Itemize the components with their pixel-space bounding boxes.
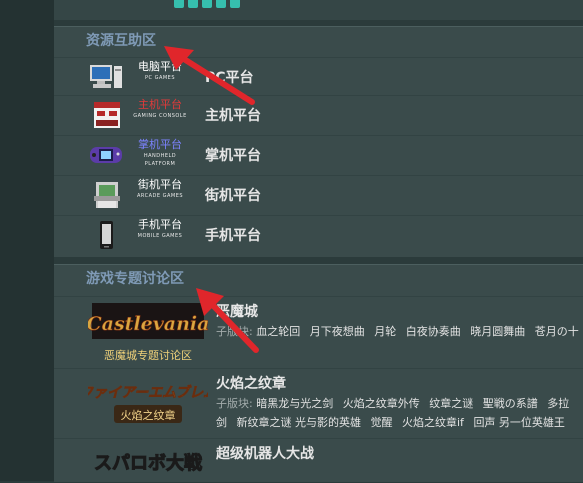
- platform-sublabel: 街机平台 ARCADE GAMES: [128, 178, 192, 200]
- previous-section-bottom: [54, 0, 583, 20]
- subforum-link[interactable]: 新纹章之谜 光与影的英雄: [237, 416, 362, 429]
- left-gutter: [0, 0, 54, 481]
- forum-name[interactable]: 火焰之纹章: [216, 373, 286, 393]
- super-robot-wars-logo: スパロボ大戦: [94, 452, 204, 475]
- forum-row-handheld[interactable]: 掌机平台 HANDHELD PLATFORM 掌机平台: [54, 135, 583, 176]
- annotation-arrow-1: [164, 46, 255, 105]
- subforum-link[interactable]: 月轮: [374, 325, 396, 338]
- forum-row-mobile[interactable]: 手机平台 MOBILE GAMES 手机平台: [54, 215, 583, 258]
- subforum-label: 子版块:: [216, 397, 253, 410]
- section-resource-exchange: 资源互助区 电脑平台 PC GAMES PC平台 主机平台 GAMING CON…: [54, 26, 583, 257]
- logo-subtext: 恶魔城专题讨论区: [104, 348, 192, 362]
- subforum-link[interactable]: 暗黑龙与光之剑: [256, 397, 333, 410]
- subforum-list: 子版块: 暗黑龙与光之剑 火焰之纹章外传 纹章之谜 聖戦の系譜 多拉 剑 新纹章…: [216, 394, 583, 434]
- subforum-line: 子版块: 暗黑龙与光之剑 火焰之纹章外传 纹章之谜 聖戦の系譜 多拉: [216, 394, 583, 413]
- forum-row-super-robot-wars[interactable]: スパロボ大戦 超级机器人大战: [54, 438, 583, 483]
- sublabel-en: MOBILE GAMES: [137, 233, 183, 239]
- forum-row-castlevania[interactable]: Castlevania 恶魔城专题讨论区 恶魔城 子版块: 血之轮回 月下夜想曲…: [54, 296, 583, 369]
- forum-row-arcade[interactable]: 街机平台 ARCADE GAMES 街机平台: [54, 175, 583, 216]
- forum-row-pc[interactable]: 电脑平台 PC GAMES PC平台: [54, 57, 583, 96]
- pc-icon: [90, 65, 122, 88]
- subforum-link[interactable]: 晓月圆舞曲: [470, 325, 525, 338]
- forum-name[interactable]: 街机平台: [205, 185, 261, 205]
- sublabel-cn: 掌机平台: [138, 138, 182, 151]
- section-game-topics: 游戏专题讨论区 Castlevania 恶魔城专题讨论区 恶魔城 子版块: 血之…: [54, 264, 583, 482]
- logo-subtext: 火焰之纹章: [121, 408, 176, 422]
- teal-blocks-decoration: [174, 0, 240, 8]
- platform-sublabel: 手机平台 MOBILE GAMES: [128, 218, 192, 240]
- sublabel-cn: 手机平台: [138, 218, 182, 231]
- section-title[interactable]: 游戏专题讨论区: [54, 265, 583, 293]
- sublabel-en: GAMING CONSOLE: [133, 113, 187, 119]
- subforum-link[interactable]: 纹章之谜: [429, 397, 473, 410]
- subforum-line: 剑 新纹章之谜 光与影的英雄 觉醒 火焰之纹章if 回声 另一位英雄王: [216, 413, 583, 432]
- forum-name[interactable]: 手机平台: [205, 225, 261, 245]
- fire-emblem-logo: ファイアーエムブレム 火焰之纹章: [88, 384, 208, 423]
- subforum-link[interactable]: 白夜协奏曲: [406, 325, 461, 338]
- section-title[interactable]: 资源互助区: [54, 27, 583, 55]
- platform-sublabel: 掌机平台 HANDHELD PLATFORM: [128, 138, 192, 168]
- sublabel-en: HANDHELD PLATFORM: [143, 153, 177, 167]
- annotation-arrow-2: [196, 288, 259, 353]
- logo-text: ファイアーエムブレム: [88, 384, 208, 401]
- sublabel-en: ARCADE GAMES: [136, 193, 184, 199]
- logo-text: スパロボ大戦: [94, 452, 203, 474]
- logo-text: Castlevania: [88, 313, 208, 335]
- subforum-link[interactable]: 火焰之纹章外传: [343, 397, 420, 410]
- subforum-link[interactable]: 剑: [216, 416, 227, 429]
- console-icon: [94, 102, 120, 128]
- handheld-icon: [90, 147, 122, 163]
- subforum-link[interactable]: 聖戦の系譜: [483, 397, 538, 410]
- forum-row-fire-emblem[interactable]: ファイアーエムブレム 火焰之纹章 火焰之纹章 子版块: 暗黑龙与光之剑 火焰之纹…: [54, 368, 583, 439]
- forum-row-console[interactable]: 主机平台 GAMING CONSOLE 主机平台: [54, 95, 583, 136]
- subforum-link[interactable]: 月下夜想曲: [310, 325, 365, 338]
- castlevania-logo: Castlevania 恶魔城专题讨论区: [88, 303, 208, 362]
- forum-name[interactable]: 掌机平台: [205, 145, 261, 165]
- subforum-link[interactable]: 苍月の十: [535, 325, 579, 338]
- subforum-link[interactable]: 火焰之纹章if: [402, 416, 464, 429]
- arcade-icon: [94, 182, 120, 208]
- forum-name[interactable]: 超级机器人大战: [216, 443, 314, 463]
- mobile-icon: [100, 221, 113, 249]
- subforum-link[interactable]: 回声 另一位英雄王: [473, 416, 565, 429]
- sublabel-cn: 街机平台: [138, 178, 182, 191]
- subforum-link[interactable]: 多拉: [547, 397, 569, 410]
- subforum-link[interactable]: 觉醒: [371, 416, 393, 429]
